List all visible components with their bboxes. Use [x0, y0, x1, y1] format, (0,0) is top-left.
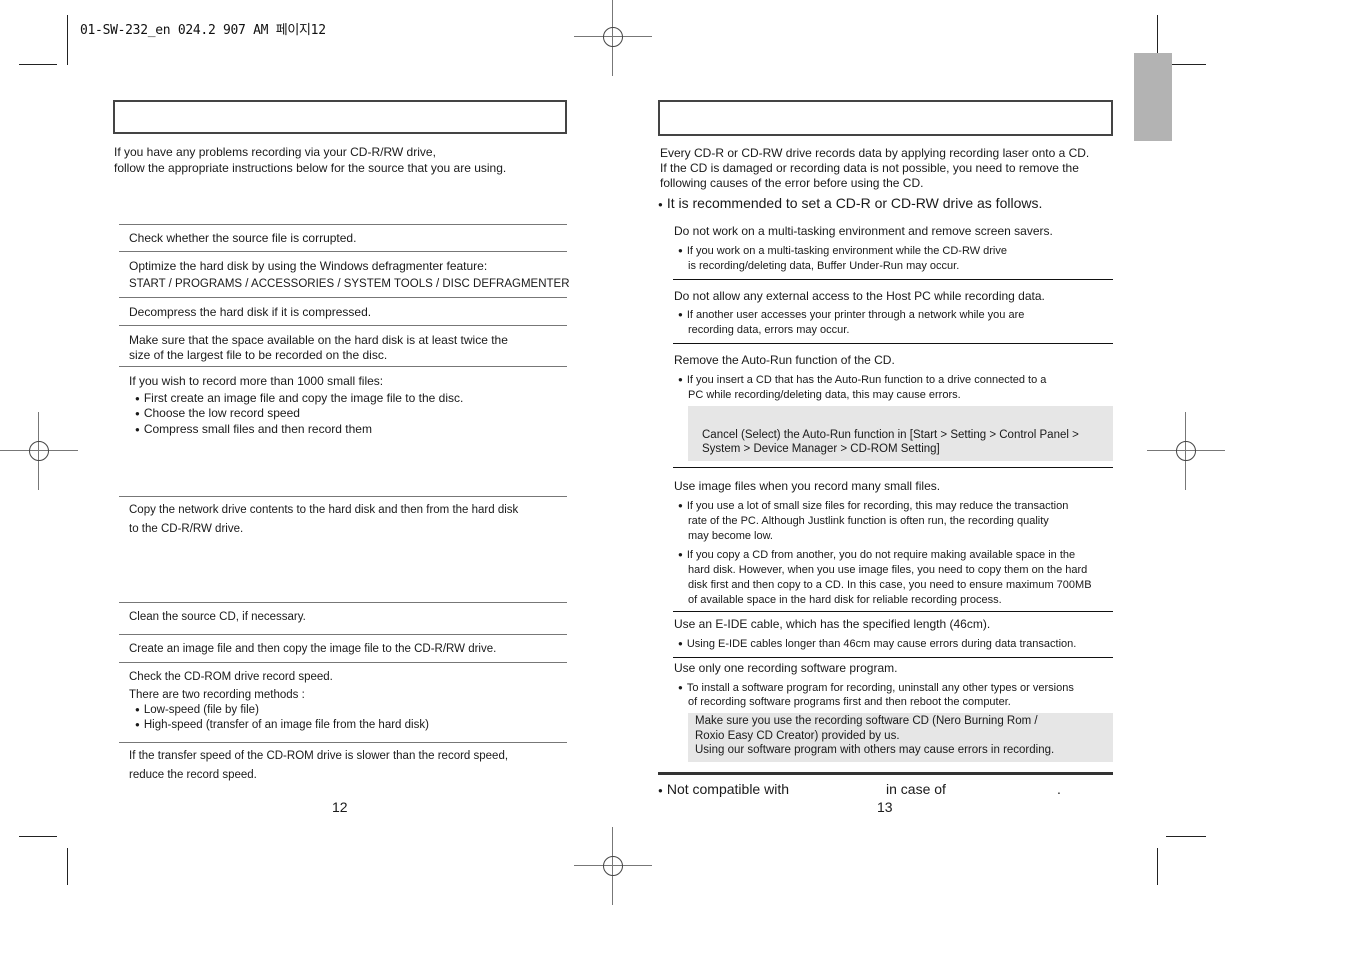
- left-intro-line: If you have any problems recording via y…: [114, 145, 436, 159]
- page-number-left: 12: [332, 799, 348, 815]
- registration-mark-right: [1147, 412, 1225, 490]
- tip-text: Copy the network drive contents to the h…: [129, 504, 519, 516]
- divider: [119, 496, 567, 497]
- bullet-item: First create an image file and copy the …: [135, 391, 464, 407]
- bullet-continuation: recording data, errors may occur.: [688, 324, 850, 336]
- tip-text: Decompress the hard disk if it is compre…: [129, 305, 372, 319]
- crop-mark: [67, 848, 68, 885]
- divider: [119, 325, 567, 326]
- bullet-continuation: is recording/deleting data, Buffer Under…: [688, 260, 960, 272]
- compat-note-part3: .: [1057, 781, 1061, 797]
- bullet-item: To install a software program for record…: [678, 681, 1074, 696]
- bullet-item: If you use a lot of small size files for…: [678, 499, 1069, 514]
- divider: [119, 251, 567, 252]
- bullet-continuation: of recording software programs first and…: [688, 696, 1011, 708]
- divider: [119, 742, 567, 743]
- tip-text: to the CD-R/RW drive.: [129, 523, 244, 535]
- bullet-continuation: disk first and then copy to a CD. In thi…: [688, 579, 1092, 591]
- registration-mark-top: [574, 0, 652, 76]
- right-title-box: [658, 100, 1113, 136]
- crop-mark: [1166, 64, 1206, 65]
- crop-mark: [67, 15, 68, 65]
- section-heading: Do not allow any external access to the …: [674, 289, 1045, 303]
- tip-text: If you wish to record more than 1000 sma…: [129, 374, 384, 388]
- registration-mark-left: [0, 412, 78, 490]
- registration-mark-bottom: [574, 827, 652, 905]
- crop-mark: [1157, 848, 1158, 885]
- bullet-continuation: rate of the PC. Although Justlink functi…: [688, 515, 1049, 527]
- tip-text: Check the CD-ROM drive record speed.: [129, 671, 333, 683]
- bullet-continuation: hard disk. However, when you use image f…: [688, 564, 1088, 576]
- tip-text: size of the largest file to be recorded …: [129, 348, 388, 362]
- crop-mark: [19, 64, 57, 65]
- tip-text: If the transfer speed of the CD-ROM driv…: [129, 750, 509, 762]
- divider: [673, 657, 1113, 658]
- section-heading: Use only one recording software program.: [674, 661, 898, 675]
- divider: [119, 297, 567, 298]
- divider: [119, 224, 567, 225]
- divider: [119, 662, 567, 663]
- bullet-continuation: of available space in the hard disk for …: [688, 594, 1002, 606]
- section-heading: Use image files when you record many sma…: [674, 479, 941, 493]
- divider: [119, 366, 567, 367]
- section-heading: Do not work on a multi-tasking environme…: [674, 224, 1053, 238]
- note-text: Roxio Easy CD Creator) provided by us.: [695, 730, 900, 742]
- tip-text: Clean the source CD, if necessary.: [129, 611, 306, 623]
- right-intro-line: Every CD-R or CD-RW drive records data b…: [660, 146, 1090, 160]
- bullet-item: High-speed (transfer of an image file fr…: [135, 718, 429, 733]
- section-heading: Remove the Auto-Run function of the CD.: [674, 353, 895, 367]
- note-text: System > Device Manager > CD-ROM Setting…: [702, 443, 940, 455]
- tip-text: There are two recording methods :: [129, 689, 305, 701]
- divider: [673, 467, 1113, 468]
- tip-text: Optimize the hard disk by using the Wind…: [129, 259, 488, 273]
- bullet-item: If you insert a CD that has the Auto-Run…: [678, 373, 1047, 388]
- bullet-continuation: PC while recording/deleting data, this m…: [688, 389, 961, 401]
- section-heading: Use an E-IDE cable, which has the specif…: [674, 617, 991, 631]
- divider: [119, 602, 567, 603]
- left-title-box: [113, 100, 567, 134]
- left-intro-line: follow the appropriate instructions belo…: [114, 161, 507, 175]
- compat-note-part2: in case of: [886, 781, 946, 797]
- bullet-item: If another user accesses your printer th…: [678, 308, 1025, 323]
- bullet-continuation: may become low.: [688, 530, 773, 542]
- tip-text: Check whether the source file is corrupt…: [129, 231, 357, 245]
- crop-mark: [1166, 836, 1206, 837]
- chapter-tab: [1134, 53, 1172, 141]
- tip-text: Create an image file and then copy the i…: [129, 643, 497, 655]
- bullet-item: Choose the low record speed: [135, 406, 300, 422]
- tip-path: START / PROGRAMS / ACCESSORIES / SYSTEM …: [129, 278, 570, 290]
- bullet-item: Compress small files and then record the…: [135, 422, 372, 438]
- note-text: Cancel (Select) the Auto-Run function in…: [702, 429, 1079, 441]
- compat-note-part1: Not compatible with: [658, 781, 789, 800]
- note-text: Make sure you use the recording software…: [695, 715, 1038, 727]
- divider: [673, 343, 1113, 344]
- print-slug: 01-SW-232_en 024.2 907 AM 페이지12: [80, 23, 326, 38]
- tip-text: Make sure that the space available on th…: [129, 333, 508, 347]
- divider: [673, 279, 1113, 280]
- recommend-heading: It is recommended to set a CD-R or CD-RW…: [658, 195, 1043, 214]
- bullet-item: If you copy a CD from another, you do no…: [678, 548, 1075, 563]
- page-number-right: 13: [877, 799, 893, 815]
- right-intro-line: following causes of the error before usi…: [660, 176, 924, 190]
- bullet-item: Low-speed (file by file): [135, 703, 259, 718]
- crop-mark: [19, 836, 57, 837]
- divider: [119, 634, 567, 635]
- note-text: Using our software program with others m…: [695, 744, 1055, 756]
- bullet-item: Using E-IDE cables longer than 46cm may …: [678, 637, 1076, 652]
- right-intro-line: If the CD is damaged or recording data i…: [660, 161, 1079, 175]
- footer-rule: [658, 772, 1113, 775]
- bullet-item: If you work on a multi-tasking environme…: [678, 244, 1007, 259]
- tip-text: reduce the record speed.: [129, 769, 257, 781]
- divider: [673, 611, 1113, 612]
